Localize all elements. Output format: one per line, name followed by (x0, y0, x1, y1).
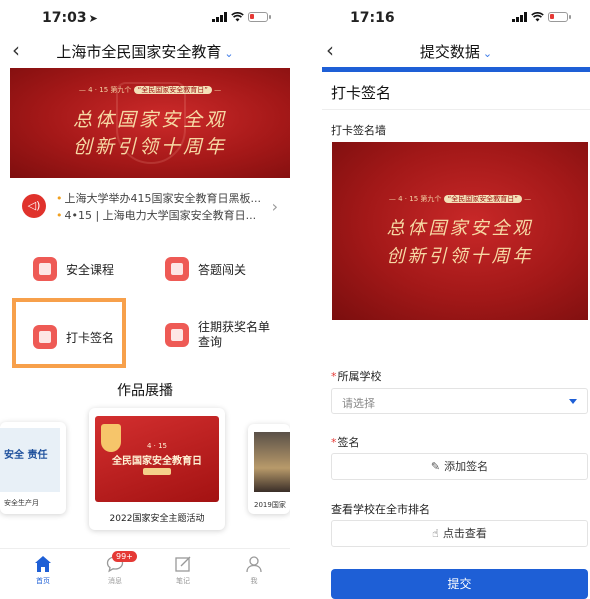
unread-badge: 99+ (112, 551, 137, 562)
gallery-caption: 安全生产月 (4, 499, 39, 507)
news-item[interactable]: 上海大学举办415国家安全教育日黑板... (56, 190, 261, 206)
document-icon (33, 325, 57, 349)
submit-button[interactable]: 提交 (331, 569, 588, 599)
form-title: 打卡签名 (331, 84, 392, 102)
menu-checkin-sign[interactable]: 打卡签名 (33, 325, 114, 349)
tab-bar: 首页 消息 笔记 我 (0, 548, 290, 599)
news-ticker[interactable]: ◁) 上海大学举办415国家安全教育日黑板... 4•15 | 上海电力大学国家… (10, 187, 290, 227)
caret-down-icon (569, 399, 577, 404)
menu-winners[interactable]: 往期获奖名单 查询 (165, 320, 270, 350)
gallery-image: 4 · 15 全民国家安全教育日 (95, 416, 219, 502)
chevron-down-icon: ⌄ (224, 47, 234, 60)
chevron-down-icon: ⌄ (482, 47, 493, 60)
printer-icon (165, 323, 189, 347)
gallery-caption: 2022国家安全主题活动 (109, 514, 205, 524)
nav-bar: ‹ 提交数据 ⌄ (300, 34, 590, 68)
view-rank-button[interactable]: ☝ 点击查看 (331, 520, 588, 547)
school-select[interactable]: 请选择 (331, 388, 588, 414)
nav-bar: ‹ 上海市全民国家安全教育 ⌄ (0, 34, 290, 68)
status-bar: 17:16 (300, 0, 590, 34)
gallery-card[interactable]: 2019国家 (248, 424, 290, 514)
signal-icon (512, 12, 527, 22)
tab-home[interactable]: 首页 (23, 555, 63, 586)
gallery-card[interactable]: 4 · 15 全民国家安全教育日 2022国家安全主题活动 (89, 408, 225, 530)
sign-wall-image[interactable]: — 4 · 15 第九个 “全民国家安全教育日” — 总体国家安全观 创新引领十… (332, 142, 588, 320)
nav-title[interactable]: 上海市全民国家安全教育 ⌄ (0, 41, 290, 62)
tab-notes[interactable]: 笔记 (163, 555, 203, 586)
news-item[interactable]: 4•15 | 上海电力大学国家安全教育日... (56, 207, 261, 223)
tap-hand-icon: ☝ (432, 527, 439, 540)
gallery-card[interactable]: 安全 责任 安全生产月 (0, 422, 66, 514)
wall-label: 打卡签名墙 (331, 124, 386, 137)
wifi-icon (531, 12, 544, 22)
hero-banner[interactable]: — 4 · 15 第九个 “全民国家安全教育日” — 总体国家安全观 创新引领十… (10, 68, 290, 178)
chevron-right-icon[interactable]: › (272, 197, 278, 216)
speaker-icon: ◁) (22, 194, 46, 218)
user-icon (245, 555, 263, 573)
rank-label: 查看学校在全市排名 (331, 503, 430, 516)
tab-me[interactable]: 我 (234, 555, 274, 586)
add-sign-button[interactable]: ✎ 添加签名 (331, 453, 588, 480)
home-icon (34, 555, 52, 573)
gallery-image: 安全 责任 (0, 428, 60, 492)
crossed-swords-icon (165, 257, 189, 281)
edit-icon: ✎ (430, 460, 441, 473)
location-arrow-icon: ➤ (88, 12, 98, 25)
battery-icon (548, 12, 571, 22)
gallery-title: 作品展播 (117, 383, 173, 399)
banner-line-2: 创新引领十周年 (72, 136, 227, 158)
menu-safety-course[interactable]: 安全课程 (33, 257, 114, 281)
banner-subtitle: — 4 · 15 第九个 “全民国家安全教育日” — (78, 86, 222, 94)
menu-quiz[interactable]: 答题闯关 (165, 257, 246, 281)
banner-line-1: 总体国家安全观 (72, 109, 227, 131)
status-time: 17:16 (350, 10, 395, 26)
gallery-caption: 2019国家 (254, 501, 286, 509)
nav-title[interactable]: 提交数据 ⌄ (322, 41, 590, 62)
status-icons (212, 12, 271, 22)
submit-form-screen: 17:16 ‹ 提交数据 ⌄ 打卡签名 打卡签名墙 — 4 · 15 第九个 “全… (300, 0, 590, 599)
status-bar: 17:03 ➤ (0, 0, 290, 34)
wifi-icon (231, 12, 244, 22)
status-time: 17:03 ➤ (42, 10, 98, 26)
battery-icon (248, 12, 271, 22)
form-header: 打卡签名 (322, 72, 590, 110)
presentation-icon (33, 257, 57, 281)
home-screen: 17:03 ➤ ‹ 上海市全民国家安全教育 ⌄ — 4 · 15 第九个 “全民国家… (0, 0, 290, 599)
status-icons (512, 12, 571, 22)
school-label: *所属学校 (331, 370, 382, 383)
edit-note-icon (174, 555, 192, 573)
sign-label: *签名 (331, 436, 360, 449)
gallery-image (254, 432, 290, 492)
signal-icon (212, 12, 227, 22)
